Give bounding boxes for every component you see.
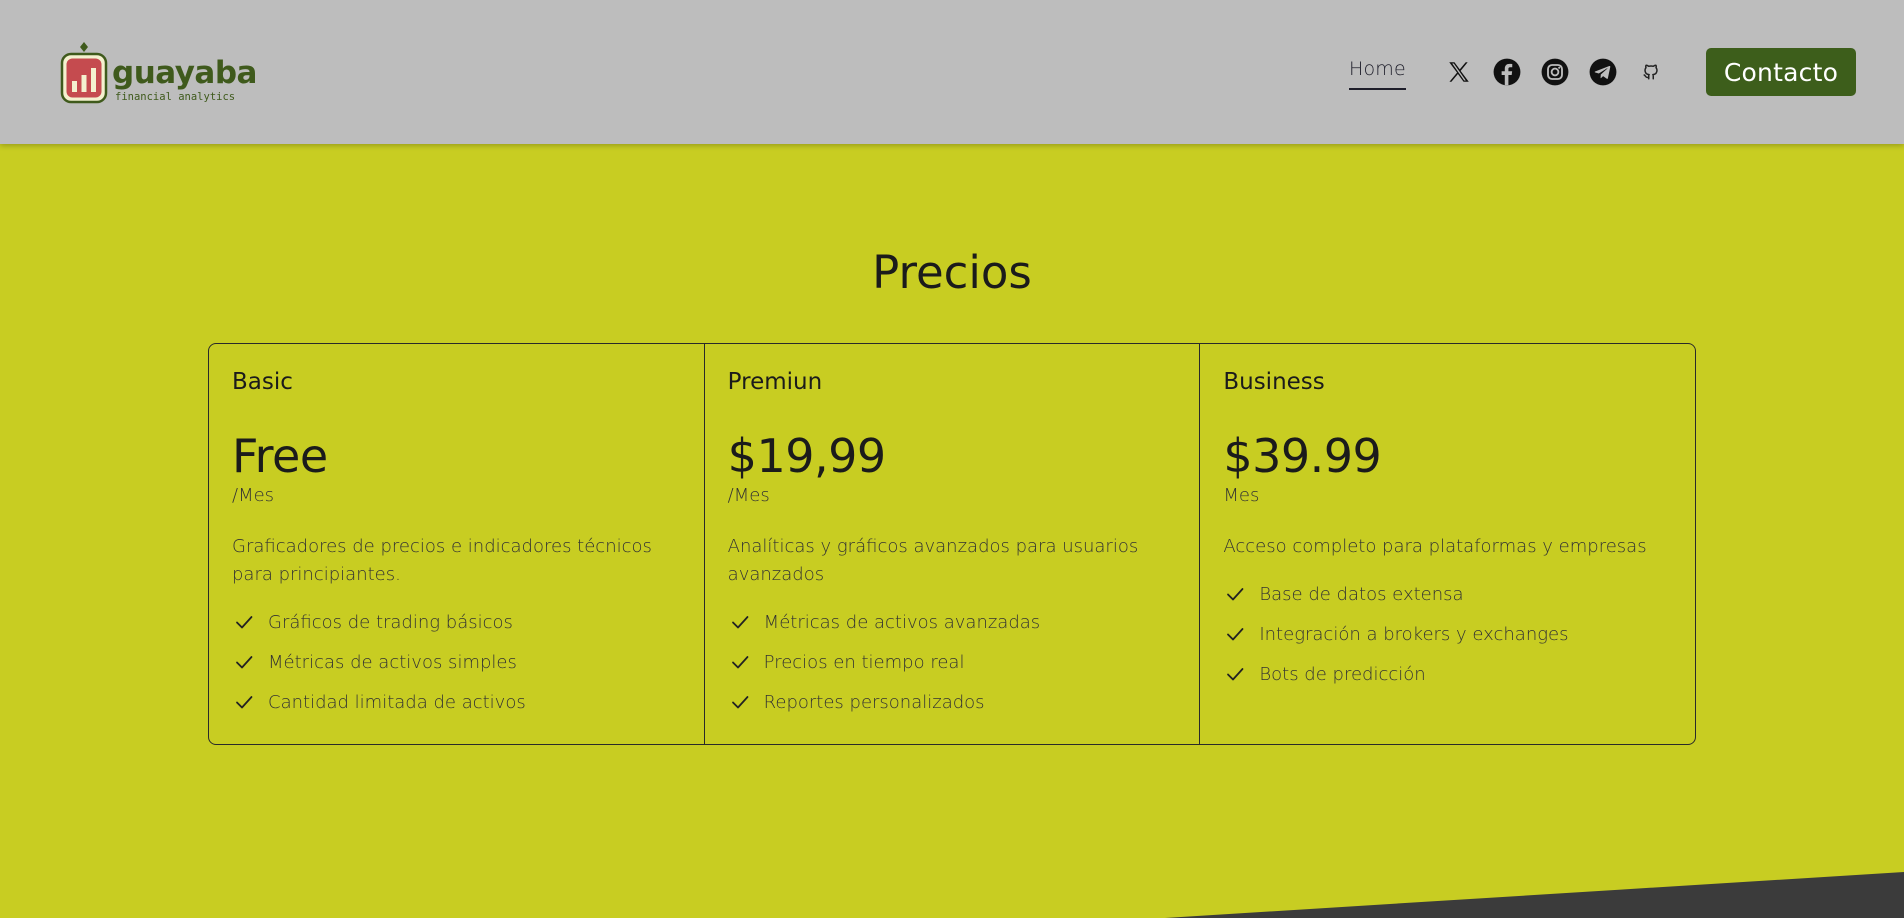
plan-period: Mes xyxy=(1223,485,1260,506)
feature-item: Cantidad limitada de activos xyxy=(232,682,681,722)
plan-card-basic: Basic Free /Mes Graficadores de precios … xyxy=(209,344,704,744)
feature-item: Métricas de activos avanzadas xyxy=(728,602,1177,642)
plan-description: Analíticas y gráficos avanzados para usu… xyxy=(727,536,1139,585)
contact-button[interactable]: Contacto xyxy=(1706,48,1856,96)
plan-price: $19,99 xyxy=(727,429,886,483)
brand-name: guayaba xyxy=(112,55,257,91)
feature-label: Integración a brokers y exchanges xyxy=(1259,623,1569,645)
feature-item: Reportes personalizados xyxy=(728,682,1177,722)
check-icon xyxy=(1227,628,1244,641)
feature-label: Gráficos de trading básicos xyxy=(268,611,513,633)
github-icon[interactable] xyxy=(1636,57,1666,87)
feature-item: Precios en tiempo real xyxy=(728,642,1177,682)
plan-period: /Mes xyxy=(727,485,770,506)
check-icon xyxy=(1227,588,1244,601)
feature-label: Métricas de activos simples xyxy=(268,651,517,673)
check-icon xyxy=(731,616,749,629)
feature-label: Base de datos extensa xyxy=(1259,583,1464,605)
nav-link-home[interactable]: Home xyxy=(1349,58,1406,90)
chart-logo-icon xyxy=(60,40,108,106)
plan-price: $39.99 xyxy=(1223,429,1382,483)
feature-item: Gráficos de trading básicos xyxy=(232,602,681,642)
feature-item: Métricas de activos simples xyxy=(232,642,681,682)
check-icon xyxy=(236,656,253,669)
check-icon xyxy=(731,696,749,709)
feature-item: Base de datos extensa xyxy=(1223,574,1672,614)
feature-label: Reportes personalizados xyxy=(763,691,985,713)
check-icon xyxy=(731,656,749,669)
plan-name: Basic xyxy=(232,369,293,395)
plan-name: Business xyxy=(1223,369,1325,395)
feature-item: Integración a brokers y exchanges xyxy=(1223,614,1672,654)
site-header: guayaba financial analytics Home Contact… xyxy=(0,0,1904,144)
plan-price: Free xyxy=(232,429,328,483)
pricing-table: Basic Free /Mes Graficadores de precios … xyxy=(208,343,1696,745)
instagram-icon[interactable] xyxy=(1540,57,1570,87)
feature-label: Bots de predicción xyxy=(1259,663,1426,685)
plan-name: Premiun xyxy=(727,369,823,395)
check-icon xyxy=(236,616,253,629)
check-icon xyxy=(1227,668,1244,681)
brand-logo[interactable]: guayaba financial analytics xyxy=(60,40,257,106)
feature-list: Métricas de activos avanzadas Precios en… xyxy=(728,602,1177,722)
telegram-icon[interactable] xyxy=(1588,57,1618,87)
page-title: Precios xyxy=(872,246,1032,299)
plan-period: /Mes xyxy=(232,485,275,506)
plan-description: Acceso completo para plataformas y empre… xyxy=(1223,536,1647,557)
feature-label: Precios en tiempo real xyxy=(763,651,965,673)
feature-label: Cantidad limitada de activos xyxy=(268,691,526,713)
feature-list: Gráficos de trading básicos Métricas de … xyxy=(232,602,681,722)
plan-description: Graficadores de precios e indicadores té… xyxy=(232,536,652,585)
brand-tagline: financial analytics xyxy=(115,91,236,103)
facebook-icon[interactable] xyxy=(1492,57,1522,87)
feature-list: Base de datos extensa Integración a brok… xyxy=(1223,574,1672,694)
plan-card-business: Business $39.99 Mes Acceso completo para… xyxy=(1199,344,1695,744)
feature-item: Bots de predicción xyxy=(1223,654,1672,694)
feature-label: Métricas de activos avanzadas xyxy=(763,611,1041,633)
x-icon[interactable] xyxy=(1444,57,1474,87)
plan-card-premium: Premiun $19,99 /Mes Analíticas y gráfico… xyxy=(703,344,1200,744)
check-icon xyxy=(236,696,253,709)
